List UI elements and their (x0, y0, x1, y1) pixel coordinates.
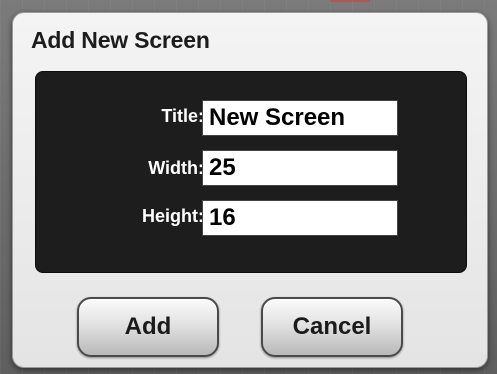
add-new-screen-dialog: Add New Screen Title: Width: Height: Add… (12, 12, 488, 368)
background-accent-line (330, 0, 370, 10)
add-button[interactable]: Add (77, 297, 219, 357)
title-label: Title: (161, 106, 204, 126)
width-input[interactable] (202, 150, 398, 186)
height-input[interactable] (202, 200, 398, 236)
width-label: Width: (148, 158, 204, 178)
dialog-title: Add New Screen (31, 27, 210, 53)
height-label: Height: (142, 206, 204, 226)
cancel-button[interactable]: Cancel (261, 297, 403, 357)
title-input[interactable] (202, 100, 398, 136)
form-panel: Title: Width: Height: (35, 71, 467, 273)
